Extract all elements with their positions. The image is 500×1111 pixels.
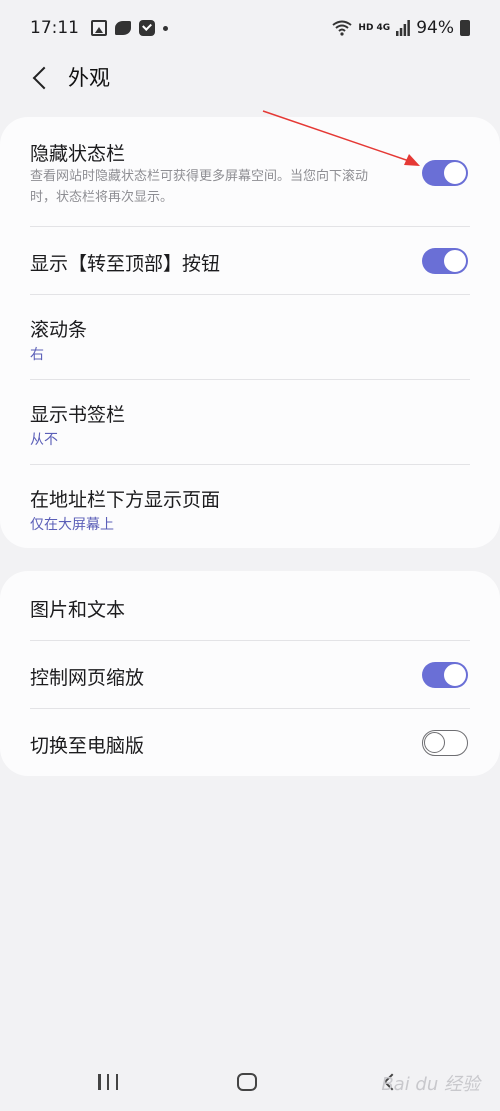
hide-status-bar-toggle[interactable] (422, 160, 468, 186)
wifi-icon (332, 20, 353, 36)
signal-icon (396, 20, 411, 36)
setting-images-and-text[interactable]: 图片和文本 (0, 571, 500, 641)
setting-title: 切换至电脑版 (30, 735, 145, 757)
setting-title: 图片和文本 (30, 599, 126, 621)
setting-control-page-zoom[interactable]: 控制网页缩放 (0, 641, 500, 709)
status-left: 17:11 (30, 18, 168, 38)
image-icon (91, 20, 107, 36)
setting-desktop-version[interactable]: 切换至电脑版 (0, 709, 500, 776)
control-page-zoom-toggle[interactable] (422, 662, 468, 688)
toggle-knob (443, 663, 467, 687)
bird-app-icon (115, 21, 131, 35)
status-bar: 17:11 HD 4G 94% (0, 0, 500, 56)
setting-page-below-address-bar[interactable]: 在地址栏下方显示页面 仅在大屏幕上 (0, 465, 500, 548)
desktop-version-toggle[interactable] (422, 730, 468, 756)
check-app-icon (139, 20, 155, 36)
status-time: 17:11 (30, 18, 79, 38)
setting-show-go-top-button[interactable]: 显示【转至顶部】按钮 (0, 227, 500, 295)
page-title: 外观 (68, 66, 110, 90)
setting-bookmark-bar[interactable]: 显示书签栏 从不 (0, 380, 500, 465)
setting-title: 显示书签栏 (30, 404, 126, 426)
show-go-top-button-toggle[interactable] (422, 248, 468, 274)
recent-apps-button[interactable] (98, 1074, 118, 1090)
battery-percent: 94% (416, 18, 454, 38)
setting-title: 控制网页缩放 (30, 667, 145, 689)
setting-value: 右 (30, 347, 44, 363)
recent-bar (115, 1074, 118, 1090)
setting-hide-status-bar[interactable]: 隐藏状态栏 查看网站时隐藏状态栏可获得更多屏幕空间。当您向下滚动时，状态栏将再次… (0, 117, 500, 227)
appearance-settings-card: 隐藏状态栏 查看网站时隐藏状态栏可获得更多屏幕空间。当您向下滚动时，状态栏将再次… (0, 117, 500, 548)
watermark: Bai du 经验 (381, 1074, 480, 1095)
setting-title: 在地址栏下方显示页面 (30, 489, 221, 511)
setting-scroll-bar[interactable]: 滚动条 右 (0, 295, 500, 380)
setting-title: 隐藏状态栏 (30, 143, 126, 165)
recent-bar (106, 1074, 110, 1090)
page-header: 外观 (0, 58, 500, 98)
network-label: HD 4G (358, 23, 391, 33)
toggle-knob (424, 732, 445, 753)
setting-value: 仅在大屏幕上 (30, 517, 114, 533)
setting-value: 从不 (30, 432, 58, 448)
battery-icon (460, 20, 470, 36)
back-button[interactable] (26, 62, 56, 94)
toggle-knob (443, 249, 467, 273)
toggle-knob (443, 161, 467, 185)
home-button[interactable] (237, 1073, 257, 1091)
setting-title: 滚动条 (30, 319, 88, 341)
recent-bar (98, 1074, 101, 1090)
content-settings-card: 图片和文本 控制网页缩放 切换至电脑版 (0, 571, 500, 776)
status-right: HD 4G 94% (332, 18, 470, 38)
setting-title: 显示【转至顶部】按钮 (30, 253, 221, 275)
dot-icon (163, 25, 168, 31)
setting-description: 查看网站时隐藏状态栏可获得更多屏幕空间。当您向下滚动时，状态栏将再次显示。 (30, 169, 369, 205)
